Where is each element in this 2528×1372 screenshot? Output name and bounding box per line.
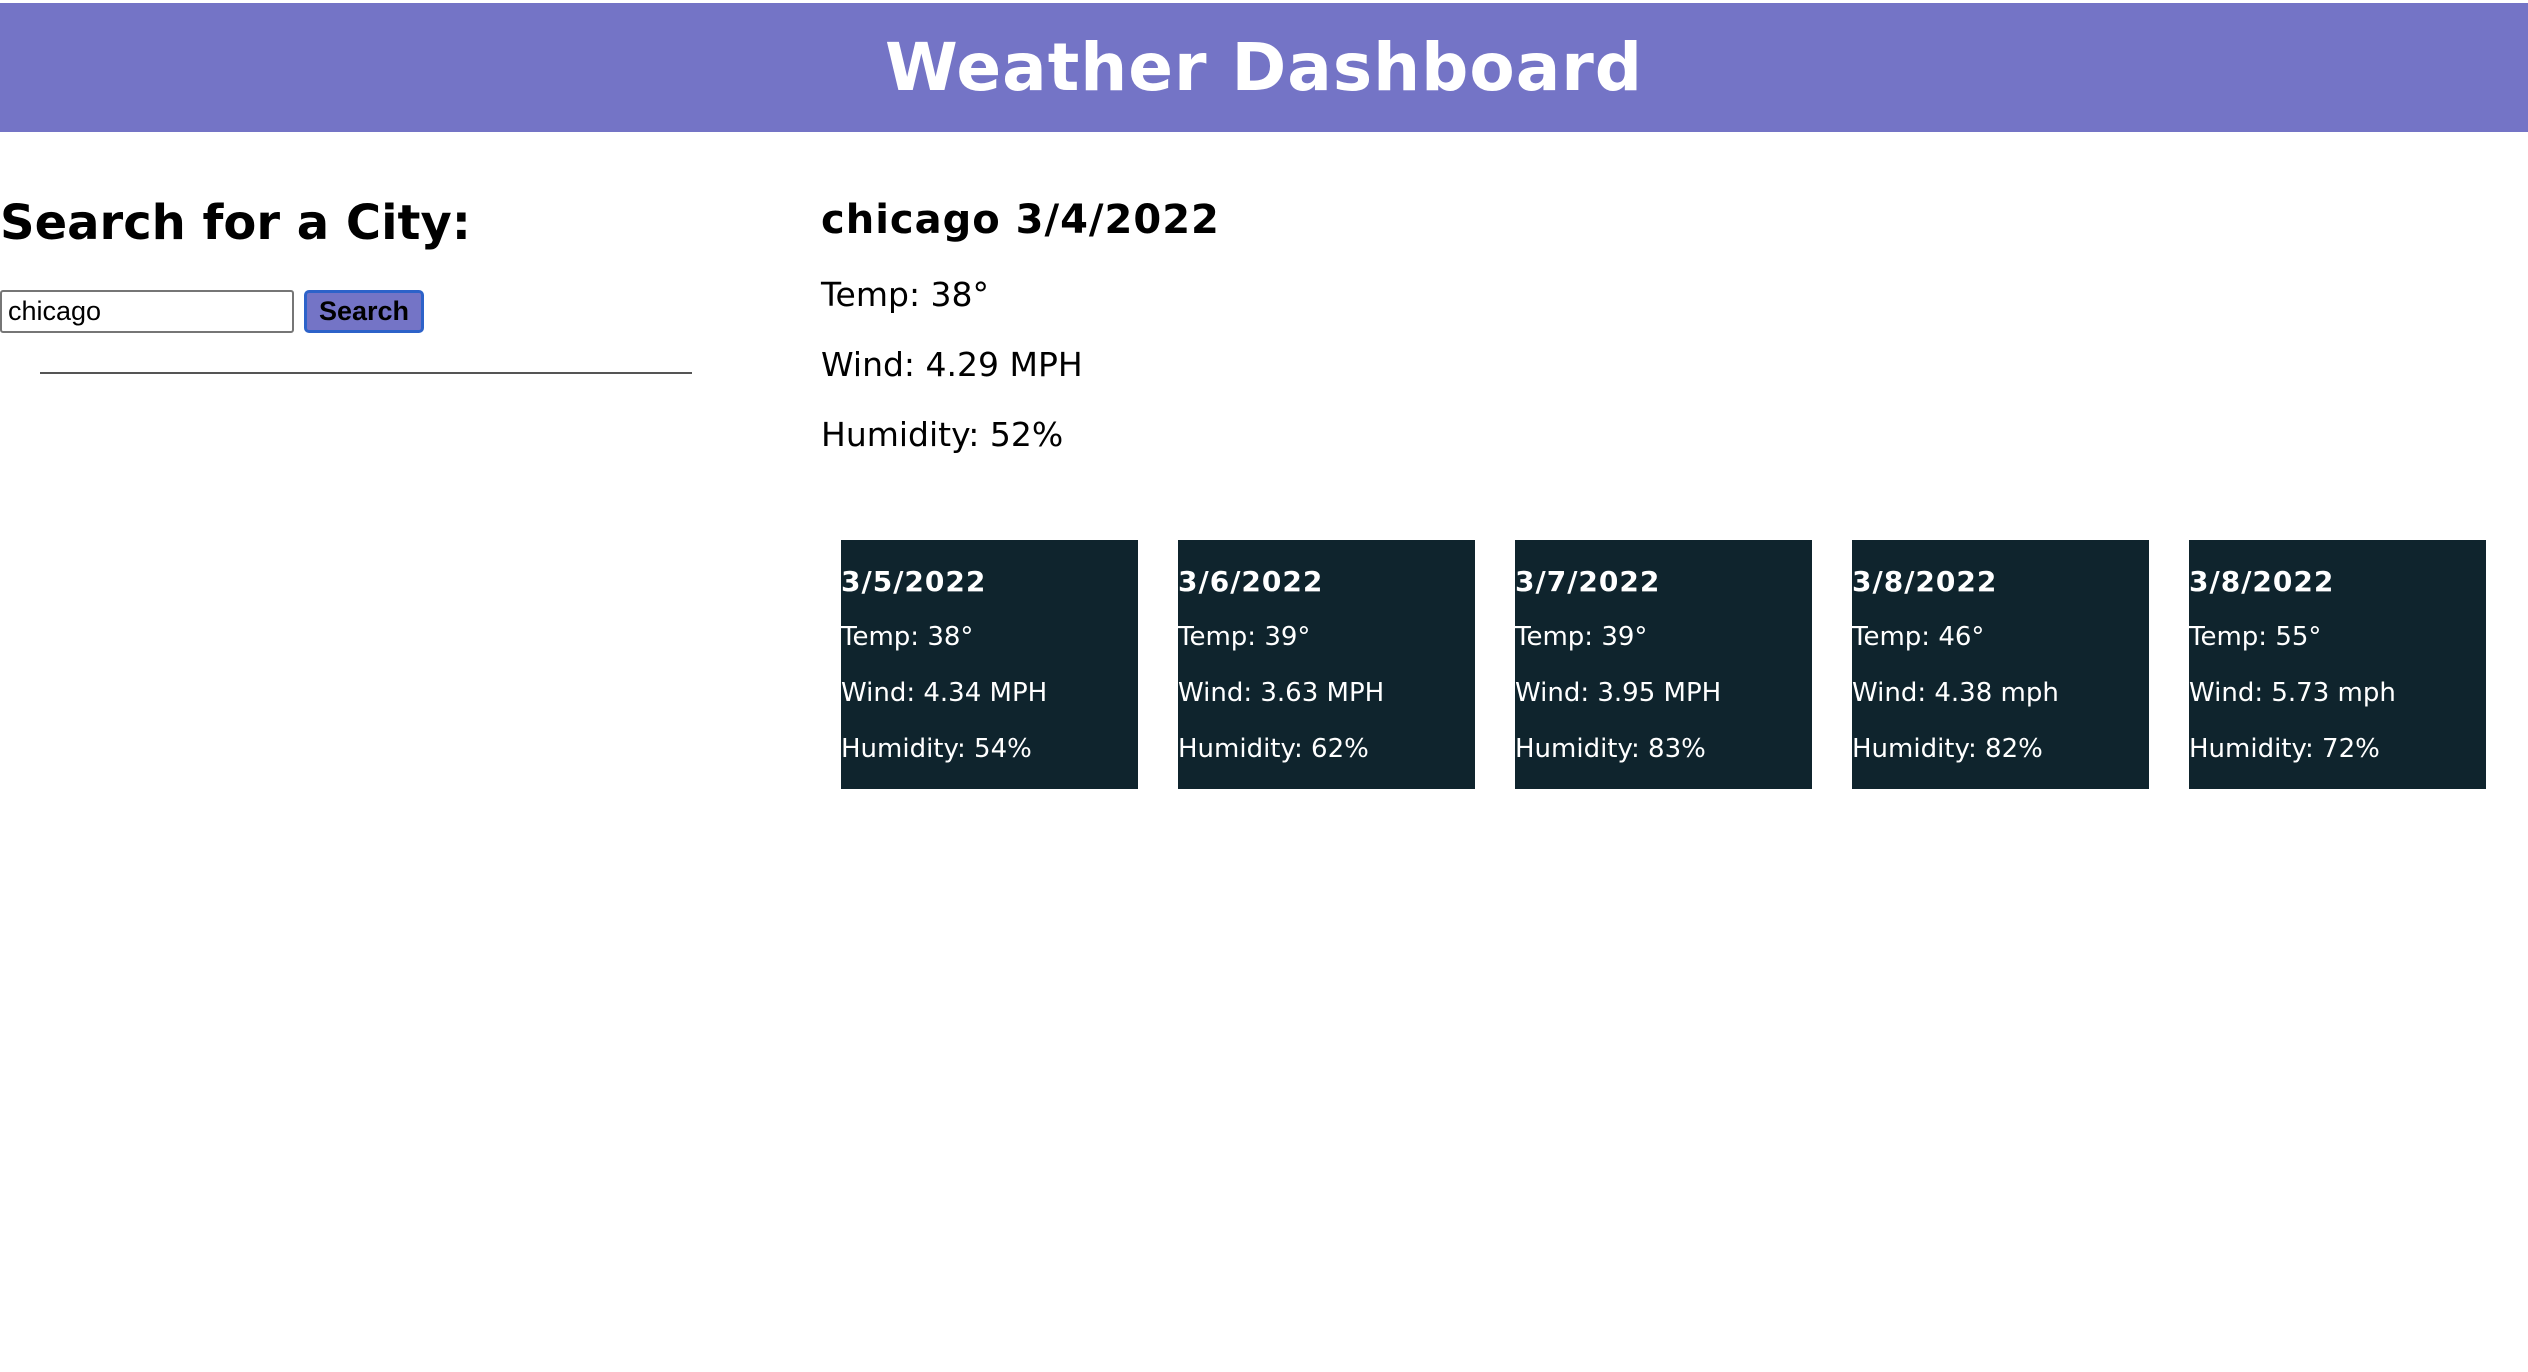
- forecast-date: 3/6/2022: [1178, 565, 1324, 598]
- forecast-date: 3/7/2022: [1515, 565, 1661, 598]
- forecast-humidity: Humidity: 83%: [1515, 734, 1706, 764]
- forecast-card: 3/6/2022 Temp: 39° Wind: 3.63 MPH Humidi…: [1178, 540, 1475, 789]
- forecast-wind: Wind: 3.63 MPH: [1178, 678, 1385, 708]
- forecast-card: 3/8/2022 Temp: 55° Wind: 5.73 mph Humidi…: [2189, 540, 2486, 789]
- forecast-humidity: Humidity: 72%: [2189, 734, 2380, 764]
- city-search-input[interactable]: [0, 290, 294, 333]
- forecast-wind: Wind: 4.34 MPH: [841, 678, 1048, 708]
- forecast-temp: Temp: 39°: [1515, 622, 1648, 652]
- current-weather: chicago 3/4/2022 Temp: 38° Wind: 4.29 MP…: [821, 195, 1220, 455]
- current-city-date: chicago 3/4/2022: [821, 197, 1220, 243]
- forecast-date: 3/8/2022: [1852, 565, 1998, 598]
- forecast-temp: Temp: 38°: [841, 622, 974, 652]
- forecast-temp: Temp: 46°: [1852, 622, 1985, 652]
- search-history-divider: [40, 372, 692, 374]
- forecast-temp: Temp: 55°: [2189, 622, 2322, 652]
- app-header: Weather Dashboard: [0, 3, 2528, 132]
- forecast-temp: Temp: 39°: [1178, 622, 1311, 652]
- current-temp: Temp: 38°: [821, 275, 990, 314]
- current-humidity: Humidity: 52%: [821, 415, 1064, 454]
- forecast-humidity: Humidity: 54%: [841, 734, 1032, 764]
- forecast-humidity: Humidity: 62%: [1178, 734, 1369, 764]
- forecast-card: 3/5/2022 Temp: 38° Wind: 4.34 MPH Humidi…: [841, 540, 1138, 789]
- forecast-wind: Wind: 5.73 mph: [2189, 678, 2396, 708]
- forecast-humidity: Humidity: 82%: [1852, 734, 2043, 764]
- page-title: Weather Dashboard: [884, 29, 1644, 106]
- forecast-date: 3/8/2022: [2189, 565, 2335, 598]
- forecast-card: 3/7/2022 Temp: 39° Wind: 3.95 MPH Humidi…: [1515, 540, 1812, 789]
- forecast-wind: Wind: 4.38 mph: [1852, 678, 2059, 708]
- forecast-card: 3/8/2022 Temp: 46° Wind: 4.38 mph Humidi…: [1852, 540, 2149, 789]
- search-heading: Search for a City:: [0, 195, 471, 251]
- search-button[interactable]: Search: [304, 290, 424, 333]
- forecast-date: 3/5/2022: [841, 565, 987, 598]
- current-wind: Wind: 4.29 MPH: [821, 345, 1083, 384]
- forecast-wind: Wind: 3.95 MPH: [1515, 678, 1722, 708]
